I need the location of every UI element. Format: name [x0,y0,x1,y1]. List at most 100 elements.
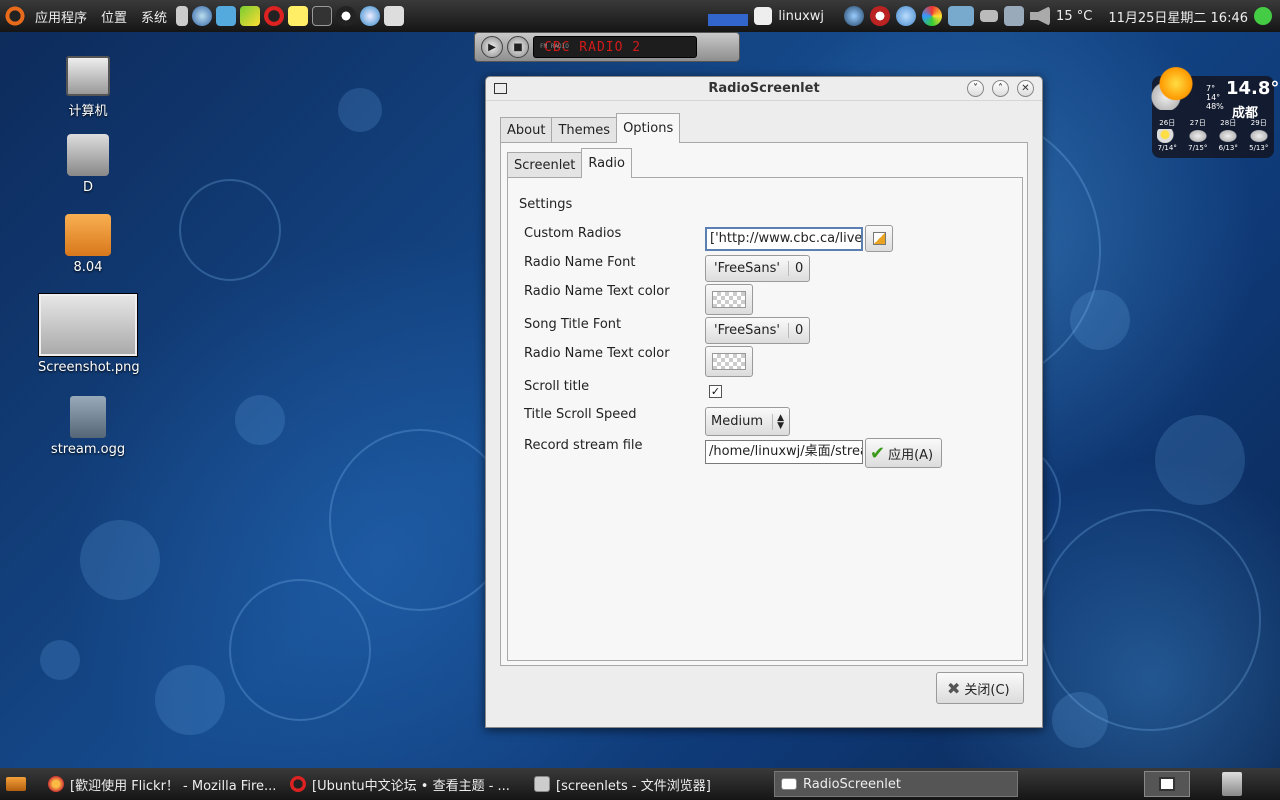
edit-icon [872,232,886,245]
desktop-icon-label: 计算机 [68,104,108,119]
weather-widget[interactable]: 7° 14° 48% 14.8° 成都 26日 7/14° 27日 7/15° … [1146,66,1279,158]
edit-radios-button[interactable] [865,225,893,252]
usb-launcher-icon[interactable] [384,6,405,26]
custom-radios-input[interactable]: ['http://www.cbc.ca/livem [705,227,863,251]
desktop-icon-screenshot[interactable]: Screenshot.png [38,294,140,375]
task-file-browser[interactable]: [screenlets - 文件浏览器] [528,771,774,797]
ubuntu-logo-icon[interactable] [4,5,26,27]
task-radioscreenlet[interactable]: RadioScreenlet [774,771,1018,797]
tab-screenlet[interactable]: Screenlet [507,152,583,178]
opera-launcher-icon[interactable] [264,6,285,26]
stop-icon[interactable]: ■ [507,36,529,58]
radio-name-color-button[interactable] [705,284,753,315]
song-title-font-label: Song Title Font [524,317,622,332]
file-browser-icon [534,776,550,792]
maximize-button[interactable]: ˄ [992,80,1009,97]
desktop-icon-label: stream.ogg [50,442,126,457]
cloud-icon [1218,129,1239,143]
song-title-font-button[interactable]: 'FreeSans' 0 [705,317,810,344]
apply-button[interactable]: ✔ 应用(A) [865,438,942,468]
radioscreenlet-window: RadioScreenlet ˅ ˄ ✕ About Themes Option… [485,76,1043,728]
network-launcher-icon[interactable] [216,6,237,26]
cloud-icon [1248,129,1269,143]
sun-cloud-icon [1157,129,1178,143]
main-tabs: About Themes Options [500,113,681,143]
radio-label: FM RADIO [540,43,569,50]
alert-icon[interactable] [870,6,891,26]
notes-launcher-icon[interactable] [288,6,309,26]
tab-about[interactable]: About [500,117,553,143]
menu-places[interactable]: 位置 [94,7,134,26]
desktop-icon-stream[interactable]: stream.ogg [38,396,138,457]
browser-launcher-icon[interactable] [192,6,213,26]
console-launcher-icon[interactable] [312,6,333,26]
swirl-icon[interactable] [922,6,943,26]
radio-name-color2-button[interactable] [705,346,753,377]
temperature[interactable]: 15 °C [1056,9,1092,24]
font-size: 0 [794,323,804,338]
close-button[interactable]: ✖ 关闭(C) [936,672,1024,704]
close-label: 关闭(C) [964,682,1010,698]
clock[interactable]: 11月25日星期二 16:46 [1108,7,1248,26]
forecast-day: 27日 [1189,119,1206,127]
color-swatch [712,353,746,370]
window-titlebar[interactable]: RadioScreenlet ˅ ˄ ✕ [486,77,1042,101]
qq-launcher-icon[interactable] [336,6,357,26]
opera-icon [290,776,306,792]
font-size: 0 [794,261,804,276]
desktop-icon-label: D [82,180,93,195]
radio-name-color-label: Radio Name Text color [524,284,670,299]
options-panel: Screenlet Radio Settings Custom Radios [… [500,142,1028,666]
sub-tabs: Screenlet Radio [507,148,632,178]
weather-detail: 48% [1206,102,1224,111]
image-thumbnail-icon [39,294,137,356]
keyboard-icon[interactable] [980,10,999,22]
trash-icon[interactable] [1222,772,1242,796]
show-desktop-icon[interactable] [6,777,26,791]
terminal-launcher-icon[interactable] [176,6,189,26]
user-switch-icon[interactable] [754,7,773,25]
menu-system[interactable]: 系统 [134,7,174,26]
screen-icon[interactable] [948,6,975,26]
desktop-icon-computer[interactable]: 计算机 [38,56,138,119]
desktop-icon-folder[interactable]: 8.04 [38,214,138,275]
task-label: [歡迎使用 Flickr！ - Mozilla Fire... [70,778,277,794]
editor-launcher-icon[interactable] [240,6,261,26]
logout-icon[interactable] [1254,7,1272,25]
forecast-range: 7/14° [1157,144,1177,152]
update-icon[interactable] [844,6,865,26]
record-stream-input[interactable]: /home/linuxwj/桌面/strea [705,440,863,464]
task-firefox[interactable]: [歡迎使用 Flickr！ - Mozilla Fire... [42,771,284,797]
weather-detail: 14° [1206,93,1221,102]
font-name: 'FreeSans' [706,323,789,338]
menu-applications[interactable]: 应用程序 [28,7,94,26]
task-opera[interactable]: [Ubuntu中文论坛 • 查看主题 - ... [284,771,528,797]
play-icon[interactable]: ▶ [481,36,503,58]
tab-options[interactable]: Options [616,113,681,143]
title-scroll-speed-select[interactable]: Medium ▲ ▼ [705,407,790,436]
desktop-icon-drive-d[interactable]: D [38,134,138,195]
tab-themes[interactable]: Themes [551,117,618,143]
username[interactable]: linuxwj [778,9,824,24]
scroll-title-checkbox[interactable]: ✓ [709,385,722,398]
weather-now-temp: 14.8° [1226,78,1280,99]
window-menu-icon[interactable] [494,83,507,94]
radio-settings-panel: Settings Custom Radios ['http://www.cbc.… [507,177,1023,661]
volume-icon[interactable] [1030,6,1051,26]
hard-drive-icon [67,134,109,176]
network-icon[interactable] [1004,6,1025,26]
workspace-switcher-icon[interactable] [1144,771,1190,797]
title-scroll-speed-label: Title Scroll Speed [524,407,637,422]
minimize-button[interactable]: ˅ [967,80,984,97]
close-x-icon: ✖ [947,678,961,698]
close-window-button[interactable]: ✕ [1017,80,1034,97]
cloud-icon [1187,129,1208,143]
audio-file-icon [70,396,106,438]
tab-radio[interactable]: Radio [581,148,632,178]
forecast-day: 28日 [1220,119,1237,127]
safari-launcher-icon[interactable] [360,6,381,26]
contacts-icon[interactable] [896,6,917,26]
radio-name-font-button[interactable]: 'FreeSans' 0 [705,255,810,282]
record-stream-label: Record stream file [524,438,643,453]
radio-name-color2-label: Radio Name Text color [524,346,670,361]
